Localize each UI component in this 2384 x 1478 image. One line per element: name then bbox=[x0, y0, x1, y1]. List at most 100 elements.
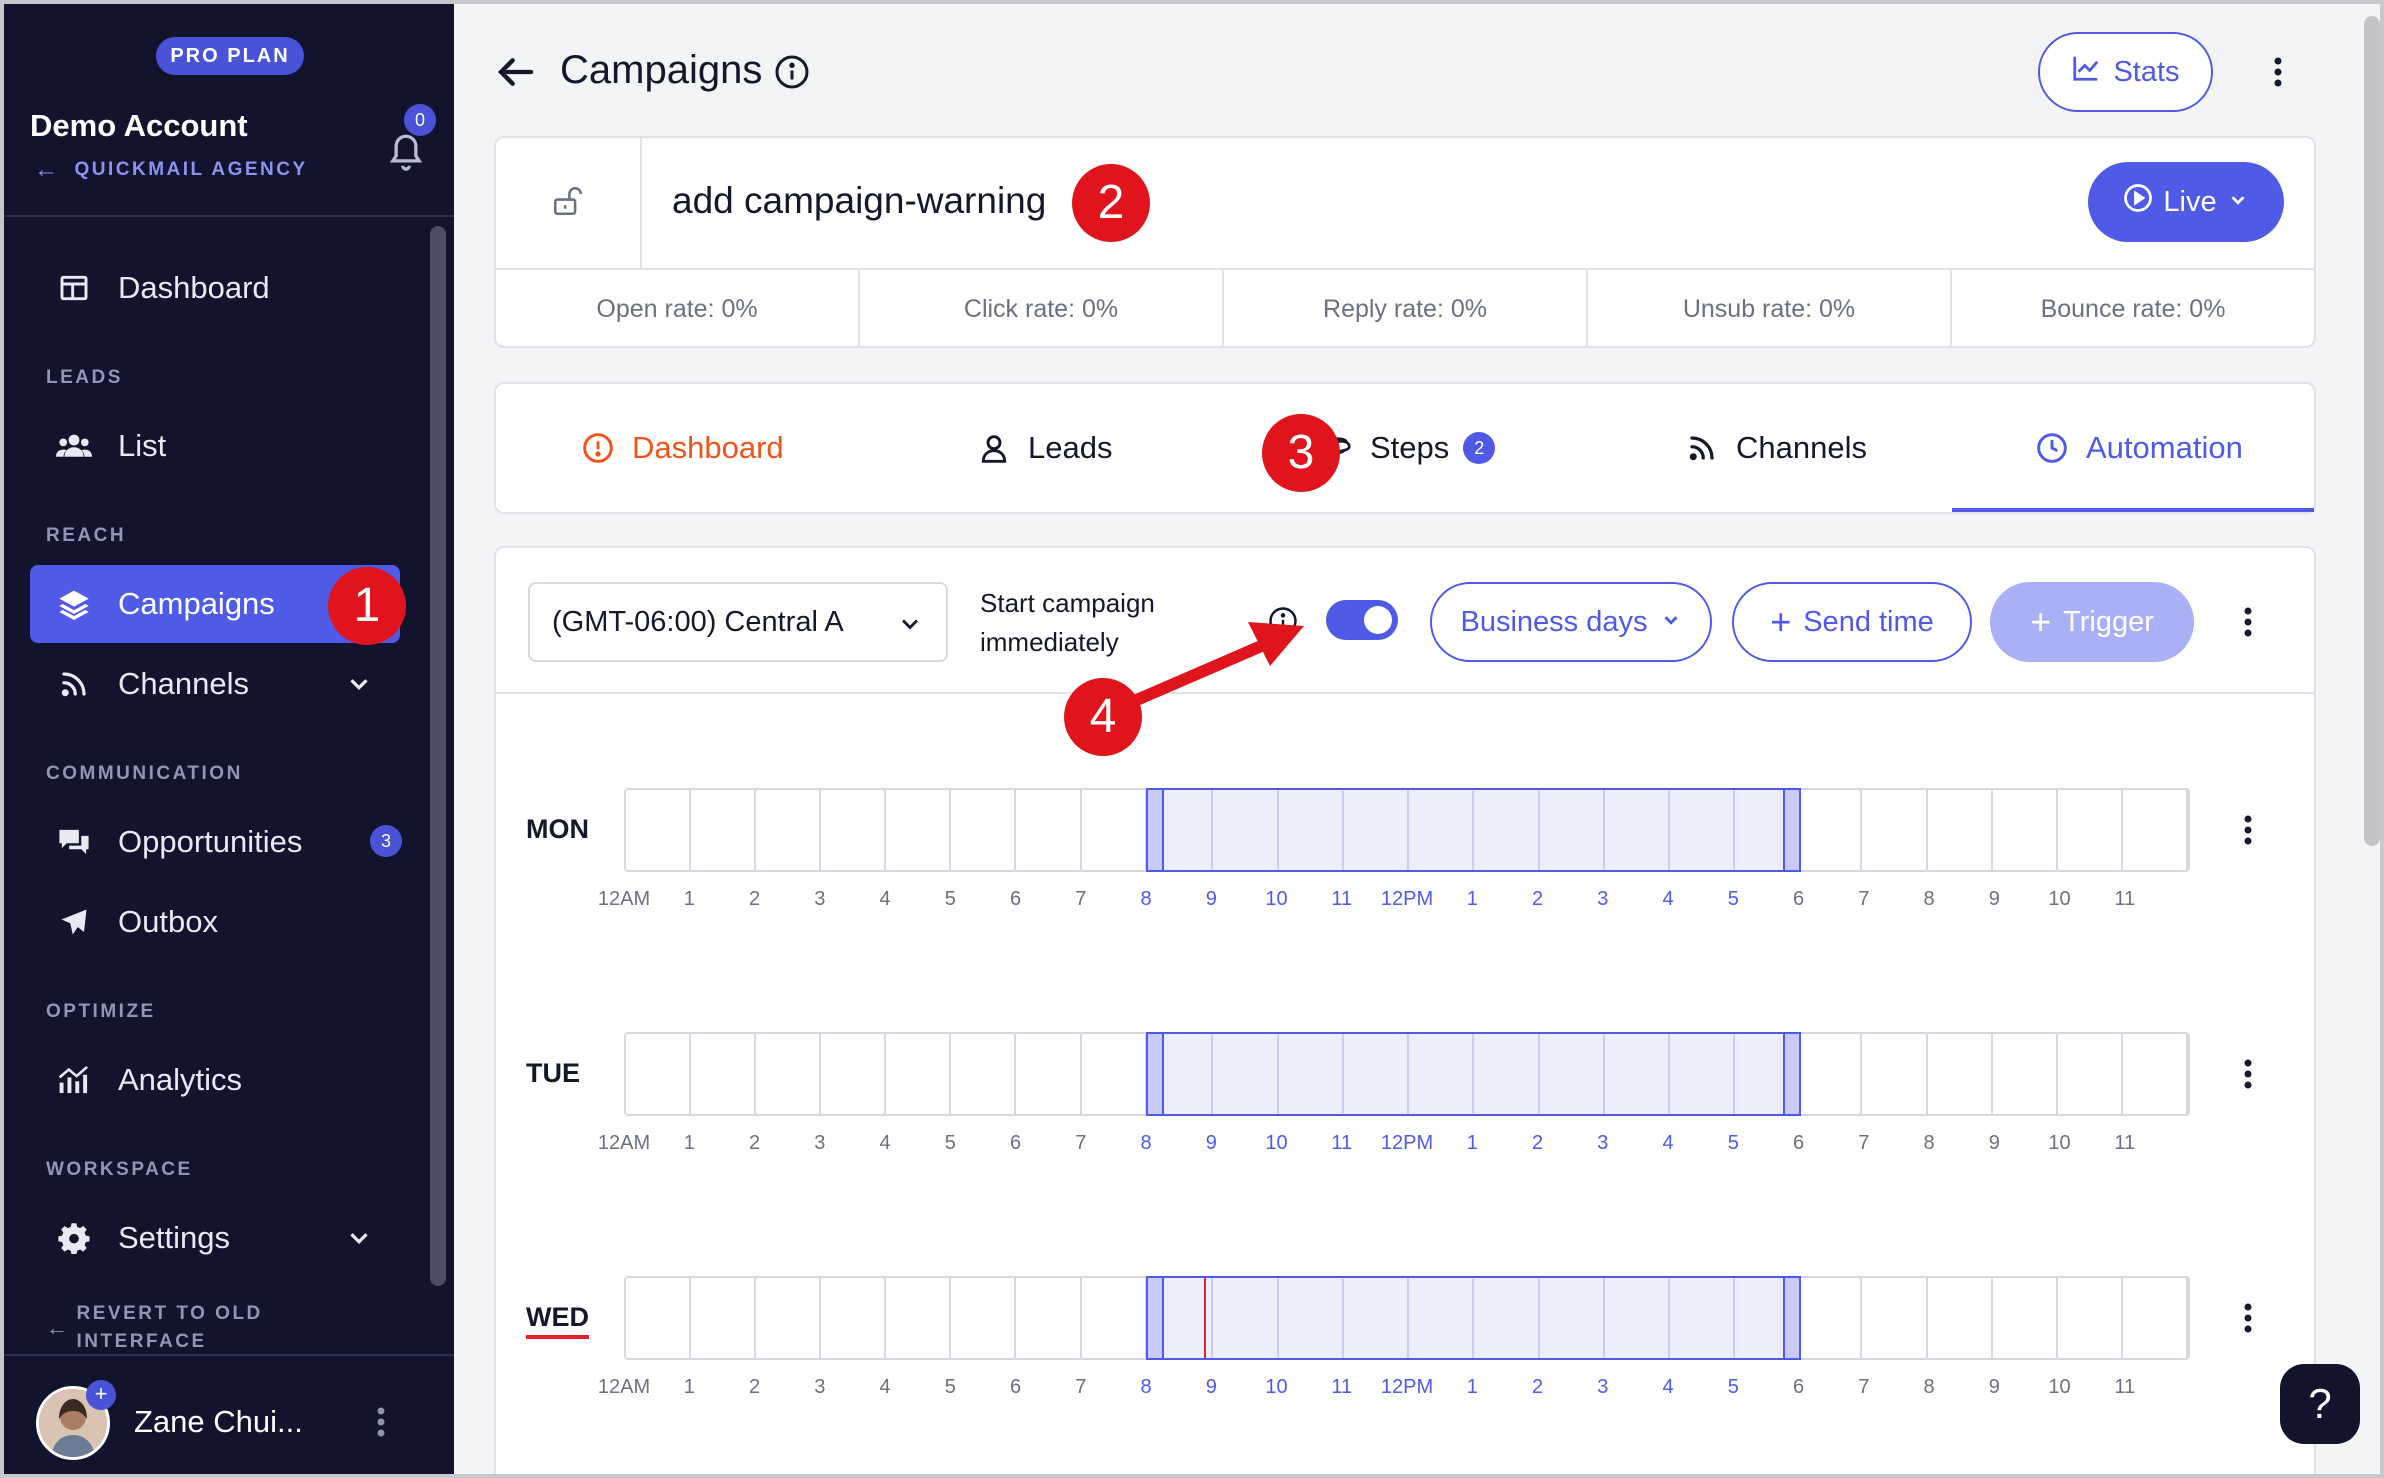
sidebar-item-opportunities[interactable]: Opportunities 3 bbox=[30, 803, 402, 881]
hour-cell[interactable] bbox=[756, 1034, 822, 1114]
hour-cell[interactable] bbox=[1797, 790, 1863, 870]
hour-cell[interactable] bbox=[951, 1278, 1017, 1358]
window-start-handle[interactable] bbox=[1148, 1034, 1164, 1114]
more-vertical-icon[interactable] bbox=[2242, 812, 2254, 848]
send-window[interactable] bbox=[1146, 788, 1801, 872]
hour-cell[interactable] bbox=[2123, 790, 2188, 870]
sidebar-item-list[interactable]: List bbox=[30, 407, 400, 485]
hour-cell[interactable] bbox=[1016, 790, 1082, 870]
hour-cell[interactable] bbox=[1082, 790, 1147, 870]
tab-label: Steps bbox=[1370, 430, 1450, 465]
more-vertical-icon[interactable] bbox=[2272, 54, 2284, 90]
account-name[interactable]: Demo Account bbox=[30, 108, 248, 144]
add-icon[interactable]: + bbox=[86, 1380, 116, 1410]
timezone-select[interactable]: (GMT-06:00) Central A bbox=[528, 582, 948, 662]
hour-cell[interactable] bbox=[886, 1278, 952, 1358]
more-vertical-icon[interactable] bbox=[2242, 604, 2254, 640]
hour-cell[interactable] bbox=[1797, 1034, 1863, 1114]
hour-cell[interactable] bbox=[951, 1034, 1017, 1114]
hour-cell[interactable] bbox=[886, 790, 952, 870]
hour-cell[interactable] bbox=[1082, 1278, 1147, 1358]
day-timeline[interactable] bbox=[624, 788, 2190, 872]
hour-cell[interactable] bbox=[1797, 1278, 1863, 1358]
live-status-button[interactable]: Live bbox=[2088, 162, 2284, 242]
more-vertical-icon[interactable] bbox=[2242, 1300, 2254, 1336]
hour-tick-label: 5 bbox=[944, 1376, 956, 1398]
page-scrollbar[interactable] bbox=[2364, 16, 2380, 846]
hour-cell[interactable] bbox=[951, 790, 1017, 870]
window-end-handle[interactable] bbox=[1782, 790, 1799, 870]
hour-cell[interactable] bbox=[1928, 790, 1993, 870]
hour-cell[interactable] bbox=[2058, 790, 2123, 870]
hour-cell[interactable] bbox=[821, 1278, 887, 1358]
hour-cell[interactable] bbox=[886, 1034, 952, 1114]
hour-cell[interactable] bbox=[1928, 1278, 1993, 1358]
start-immediately-toggle[interactable] bbox=[1326, 600, 1398, 640]
hour-cell[interactable] bbox=[691, 1034, 757, 1114]
window-start-handle[interactable] bbox=[1148, 1278, 1164, 1358]
arrow-left-icon: ← bbox=[46, 1315, 71, 1340]
send-window[interactable] bbox=[1146, 1032, 1801, 1116]
hour-cell[interactable] bbox=[2058, 1278, 2123, 1358]
hour-cell[interactable] bbox=[1082, 1034, 1147, 1114]
hour-cell[interactable] bbox=[1862, 790, 1928, 870]
user-panel[interactable]: + Zane Chui... bbox=[4, 1354, 454, 1474]
hour-cell[interactable] bbox=[1862, 1034, 1928, 1114]
day-timeline[interactable] bbox=[624, 1032, 2190, 1116]
sidebar-item-settings[interactable]: Settings bbox=[30, 1199, 400, 1277]
tab-leads[interactable]: Leads bbox=[974, 384, 1112, 512]
info-icon[interactable] bbox=[774, 54, 810, 90]
trigger-button[interactable]: + Trigger bbox=[1990, 582, 2194, 662]
hour-cell[interactable] bbox=[1993, 1034, 2058, 1114]
hour-cell[interactable] bbox=[1993, 1278, 2058, 1358]
hour-cell[interactable] bbox=[1928, 1034, 1993, 1114]
day-timeline[interactable] bbox=[624, 1276, 2190, 1360]
hour-cell[interactable] bbox=[2058, 1034, 2123, 1114]
chevron-down-icon[interactable] bbox=[344, 669, 374, 699]
lock-toggle[interactable] bbox=[496, 138, 642, 268]
sidebar-item-dashboard[interactable]: Dashboard bbox=[30, 249, 400, 327]
hour-cell[interactable] bbox=[821, 790, 887, 870]
hour-cell[interactable] bbox=[756, 790, 822, 870]
info-icon[interactable] bbox=[1268, 606, 1298, 636]
tab-steps[interactable]: Steps 2 bbox=[1316, 384, 1496, 512]
hour-cell[interactable] bbox=[756, 1278, 822, 1358]
more-vertical-icon[interactable] bbox=[2242, 1056, 2254, 1092]
hour-cell[interactable] bbox=[626, 1278, 692, 1358]
sidebar-scrollbar[interactable] bbox=[430, 226, 446, 1286]
tab-dashboard[interactable]: Dashboard bbox=[578, 384, 784, 512]
sidebar-item-outbox[interactable]: Outbox bbox=[30, 883, 400, 961]
sidebar-item-analytics[interactable]: Analytics bbox=[30, 1041, 400, 1119]
hour-cell[interactable] bbox=[1862, 1278, 1928, 1358]
campaign-name[interactable]: add campaign-warning bbox=[672, 180, 1046, 222]
revert-link[interactable]: ←REVERT TO OLD INTERFACE bbox=[46, 1303, 406, 1356]
hour-cell[interactable] bbox=[1993, 790, 2058, 870]
window-end-handle[interactable] bbox=[1782, 1278, 1799, 1358]
hour-tick-label: 1 bbox=[683, 1376, 695, 1398]
tab-channels[interactable]: Channels bbox=[1682, 384, 1867, 512]
hour-cell[interactable] bbox=[821, 1034, 887, 1114]
send-time-button[interactable]: + Send time bbox=[1732, 582, 1972, 662]
help-button[interactable]: ? bbox=[2280, 1364, 2360, 1444]
send-window[interactable] bbox=[1146, 1276, 1801, 1360]
hour-cell[interactable] bbox=[2123, 1034, 2188, 1114]
hour-cell[interactable] bbox=[2123, 1278, 2188, 1358]
hour-cell[interactable] bbox=[1016, 1278, 1082, 1358]
sidebar-item-channels[interactable]: Channels bbox=[30, 645, 400, 723]
trigger-label: Trigger bbox=[2063, 605, 2154, 638]
window-end-handle[interactable] bbox=[1782, 1034, 1799, 1114]
window-start-handle[interactable] bbox=[1148, 790, 1164, 870]
business-days-dropdown[interactable]: Business days bbox=[1430, 582, 1712, 662]
hour-cell[interactable] bbox=[626, 790, 692, 870]
tab-automation[interactable]: Automation bbox=[2032, 384, 2243, 512]
hour-cell[interactable] bbox=[626, 1034, 692, 1114]
back-arrow-icon[interactable] bbox=[496, 52, 536, 92]
hour-cell[interactable] bbox=[691, 1278, 757, 1358]
hour-cell[interactable] bbox=[1016, 1034, 1082, 1114]
hour-cell[interactable] bbox=[691, 790, 757, 870]
chevron-down-icon[interactable] bbox=[344, 1223, 374, 1253]
more-vertical-icon[interactable] bbox=[374, 1404, 388, 1440]
hour-tick-label: 3 bbox=[1597, 888, 1609, 910]
stats-button[interactable]: Stats bbox=[2038, 32, 2213, 112]
agency-link[interactable]: ← QUICKMAIL AGENCY bbox=[34, 156, 308, 184]
